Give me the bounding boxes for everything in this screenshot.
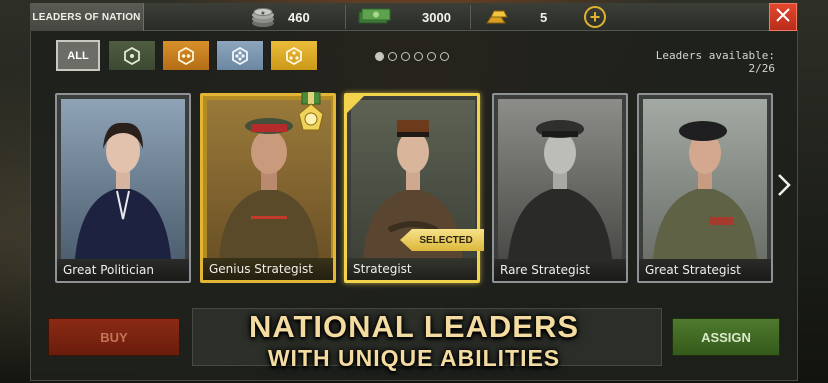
leader-card-label: Rare Strategist (494, 259, 626, 281)
leader-card-label: Great Strategist (639, 259, 771, 281)
filter-rare-button[interactable] (162, 40, 210, 71)
leader-card-strategist[interactable]: Strategist (344, 93, 480, 283)
leader-card-label: Great Politician (57, 259, 189, 281)
filter-epic-button[interactable] (216, 40, 264, 71)
panel-title: LEADERS OF NATION (32, 11, 141, 23)
leader-card-label: Strategist (347, 258, 477, 280)
cash-value: 3000 (422, 9, 451, 25)
resource-cash: 3000 (356, 3, 451, 31)
tokens-value: 460 (288, 9, 310, 25)
pagination-dots (375, 52, 449, 61)
gold-bars-icon (484, 6, 510, 29)
page-dot[interactable] (414, 52, 423, 61)
filter-all-button[interactable]: ALL (56, 40, 100, 71)
next-page-arrow[interactable] (776, 172, 792, 198)
page-dot[interactable] (440, 52, 449, 61)
leaders-available-count: Leaders available: 2/26 (655, 49, 775, 75)
leader-portrait (498, 99, 622, 259)
filter-all-label: ALL (67, 49, 89, 62)
page-dot[interactable] (401, 52, 410, 61)
filter-legendary-button[interactable] (270, 40, 318, 71)
leader-card-rare-strategist[interactable]: Rare Strategist (492, 93, 628, 283)
leader-card-great-politician[interactable]: Great Politician (55, 93, 191, 283)
leader-card-label: Genius Strategist (203, 258, 333, 280)
divider (470, 5, 471, 29)
medal-icon (296, 91, 326, 140)
gold-value: 5 (540, 9, 548, 25)
banknotes-icon (356, 6, 392, 29)
promo-subheadline: WITH UNIQUE ABILITIES (267, 345, 561, 371)
plus-icon: + (589, 7, 601, 27)
filter-common-button[interactable] (108, 40, 156, 71)
close-button[interactable] (769, 3, 797, 31)
promo-headline: NATIONAL LEADERS (248, 309, 580, 344)
panel-title-tab: LEADERS OF NATION (30, 3, 144, 31)
leader-portrait (61, 99, 185, 259)
selected-badge: SELECTED (400, 229, 484, 251)
divider (345, 5, 346, 29)
hex-three-dots-icon (285, 46, 303, 65)
hex-four-dots-icon (231, 46, 249, 65)
hex-one-dot-icon (123, 46, 141, 65)
page-dot[interactable] (427, 52, 436, 61)
leader-card-great-strategist[interactable]: Great Strategist (637, 93, 773, 283)
page-dot[interactable] (375, 52, 384, 61)
leader-portrait (643, 99, 767, 259)
resource-gold: 5 (484, 3, 547, 31)
svg-text:★: ★ (260, 10, 265, 17)
page-dot[interactable] (388, 52, 397, 61)
add-currency-button[interactable]: + (584, 6, 606, 28)
hex-two-dots-icon (177, 46, 195, 65)
resource-tokens: ★ 460 (248, 3, 310, 31)
close-icon (776, 7, 790, 27)
token-stack-icon: ★ (248, 4, 278, 31)
